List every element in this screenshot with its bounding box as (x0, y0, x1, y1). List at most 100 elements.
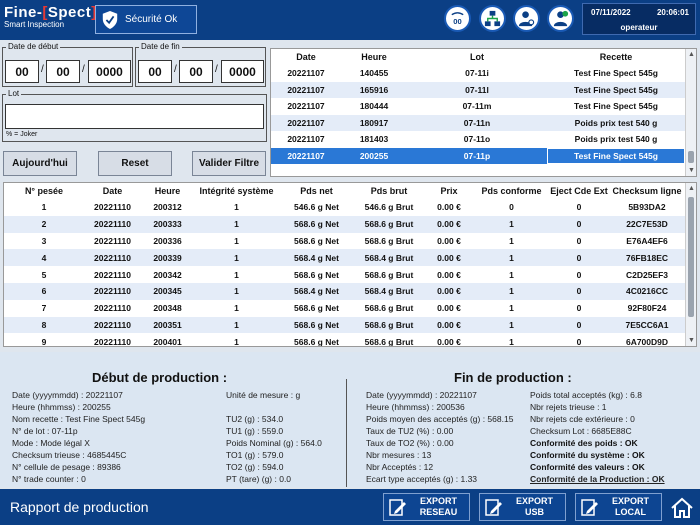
joker-hint: % = Joker (6, 131, 38, 138)
table-row[interactable]: 20221107 180917 07-11n Poids prix test 540 … (271, 114, 685, 131)
production-info-line: Checksum trieuse : 4685445C (12, 450, 127, 460)
table-row[interactable]: 5 20221110 200342 1 568.6 g Net 568.6 g Brut 0… (4, 266, 685, 283)
table-row[interactable]: 4 20221110 200339 1 568.4 g Net 568.4 g Brut 0… (4, 249, 685, 267)
table-row[interactable]: 7 20221110 200348 1 568.6 g Net 568.6 g Brut 0… (4, 299, 685, 317)
scroll-thumb[interactable] (688, 197, 694, 317)
system-integrity: 1 (194, 266, 279, 283)
system-integrity: 1 (194, 333, 279, 346)
production-info-line: Conformité de la Production : OK (530, 474, 665, 484)
line-checksum: 76FB18EC (609, 249, 685, 267)
production-info-line: Heure (hhmmss) : 200255 (12, 402, 111, 412)
table-row[interactable]: 20221107 181403 07-11o Poids prix test 540 … (271, 131, 685, 148)
system-integrity: 1 (194, 215, 279, 233)
production-summary: Début de production : Fin de production … (0, 352, 700, 487)
end-date-label: Date de fin (139, 42, 182, 51)
edit-document-icon (389, 499, 406, 516)
weighings-scrollbar[interactable]: ▲ ▼ (685, 183, 696, 346)
price: 0.00 € (424, 282, 474, 300)
top-bar: Fine-[Spect] Smart Inspection Sécurité O… (0, 0, 700, 40)
batch-lot: 07-11l (407, 81, 547, 98)
end-month-field[interactable]: 00 (179, 60, 213, 83)
batch-recipe: Poids prix test 540 g (547, 114, 685, 131)
table-row[interactable]: 2 20221110 200333 1 568.6 g Net 568.6 g Brut 0… (4, 215, 685, 233)
batch-lot: 07-11i (407, 65, 547, 82)
lot-input[interactable] (5, 104, 264, 129)
end-date-group: Date de fin 00 / 00 / 0000 (135, 42, 266, 87)
export-usb-button[interactable]: EXPORT USB (479, 493, 566, 521)
col-weighing-time: Heure (141, 183, 194, 199)
table-row[interactable]: 20221107 165916 07-11l Test Fine Spect 545g (271, 81, 685, 98)
weighing-time: 200348 (141, 299, 194, 317)
weighings-table: N° pesée Date Heure Intégrité système Pds ne… (3, 182, 697, 347)
eject-command: 0 (549, 282, 609, 300)
production-info-line: TU1 (g) : 559.0 (226, 426, 284, 436)
table-row[interactable]: 9 20221110 200401 1 568.6 g Net 568.6 g Brut 0… (4, 333, 685, 346)
production-info-line: Conformité des valeurs : OK (530, 462, 645, 472)
validate-filter-button[interactable]: Valider Filtre (192, 151, 266, 176)
weighing-date: 20221110 (84, 333, 141, 346)
network-icon[interactable] (479, 5, 506, 32)
today-button[interactable]: Aujourd'hui (3, 151, 77, 176)
batch-lot: 07-11m (407, 98, 547, 115)
weight-compliant: 0 (474, 199, 549, 216)
system-integrity: 1 (194, 299, 279, 317)
reset-button[interactable]: Reset (98, 151, 172, 176)
col-gross-weight: Pds brut (354, 183, 424, 199)
eject-command: 0 (549, 333, 609, 346)
table-row[interactable]: 1 20221110 200312 1 546.6 g Net 546.6 g Brut 0… (4, 199, 685, 216)
table-row[interactable]: 20221107 180444 07-11m Test Fine Spect 545g (271, 98, 685, 115)
batches-scrollbar[interactable]: ▲ ▼ (685, 49, 696, 176)
col-weight-compliant: Pds conforme (474, 183, 549, 199)
table-row[interactable]: 6 20221110 200345 1 568.4 g Net 568.4 g Brut 0… (4, 282, 685, 300)
weighing-number: 3 (4, 232, 84, 250)
logo-subtitle: Smart Inspection (4, 20, 65, 29)
weighing-date: 20221110 (84, 316, 141, 334)
net-weight: 568.4 g Net (279, 249, 354, 267)
net-weight: 568.6 g Net (279, 299, 354, 317)
start-month-field[interactable]: 00 (46, 60, 80, 83)
production-info-line: Nom recette : Test Fine Spect 545g (12, 414, 146, 424)
export-network-button[interactable]: EXPORT RESEAU (383, 493, 470, 521)
table-row[interactable]: 8 20221110 200351 1 568.6 g Net 568.6 g Brut 0… (4, 316, 685, 334)
export-local-button[interactable]: EXPORT LOCAL (575, 493, 662, 521)
production-info-line: Poids total acceptés (kg) : 6.8 (530, 390, 642, 400)
production-info-line: Unité de mesure : g (226, 390, 301, 400)
weighing-number: 5 (4, 266, 84, 283)
batch-time: 165916 (341, 81, 407, 98)
price: 0.00 € (424, 299, 474, 317)
production-info-line: TO1 (g) : 579.0 (226, 450, 284, 460)
datetime-operator-panel: 07/11/2022 20:06:01 operateur (582, 3, 696, 35)
scale-zero-icon[interactable]: 00 (444, 5, 471, 32)
gross-weight: 568.6 g Brut (354, 232, 424, 250)
end-day-field[interactable]: 00 (138, 60, 172, 83)
scroll-thumb[interactable] (688, 151, 694, 163)
table-row[interactable]: 20221107 200255 07-11p Test Fine Spect 545g (271, 147, 685, 164)
scroll-up-icon[interactable]: ▲ (688, 51, 695, 58)
user-settings-icon[interactable] (513, 5, 540, 32)
table-row[interactable]: 20221107 140455 07-11i Test Fine Spect 545g (271, 65, 685, 82)
scroll-down-icon[interactable]: ▼ (688, 337, 695, 344)
weight-compliant: 1 (474, 232, 549, 250)
price: 0.00 € (424, 316, 474, 334)
scroll-down-icon[interactable]: ▼ (688, 167, 695, 174)
price: 0.00 € (424, 215, 474, 233)
price: 0.00 € (424, 333, 474, 346)
table-row[interactable]: 3 20221110 200336 1 568.6 g Net 568.6 g Brut 0… (4, 232, 685, 250)
edit-document-icon (485, 499, 502, 516)
info-user-icon[interactable] (547, 5, 574, 32)
production-info-line: Poids Nominal (g) : 564.0 (226, 438, 322, 448)
production-info-line: Ecart type acceptés (g) : 1.33 (366, 474, 478, 484)
end-year-field[interactable]: 0000 (221, 60, 264, 83)
batch-date: 20221107 (271, 114, 341, 131)
start-year-field[interactable]: 0000 (88, 60, 131, 83)
weighing-date: 20221110 (84, 266, 141, 283)
batch-date: 20221107 (271, 98, 341, 115)
price: 0.00 € (424, 199, 474, 216)
scroll-up-icon[interactable]: ▲ (688, 185, 695, 192)
production-info-line: Poids moyen des acceptés (g) : 568.15 (366, 414, 514, 424)
production-info-line: Mode : Mode légal X (12, 438, 90, 448)
start-day-field[interactable]: 00 (5, 60, 39, 83)
gross-weight: 568.6 g Brut (354, 215, 424, 233)
home-icon[interactable] (670, 496, 694, 520)
production-info-line: Nbr rejets trieuse : 1 (530, 402, 607, 412)
